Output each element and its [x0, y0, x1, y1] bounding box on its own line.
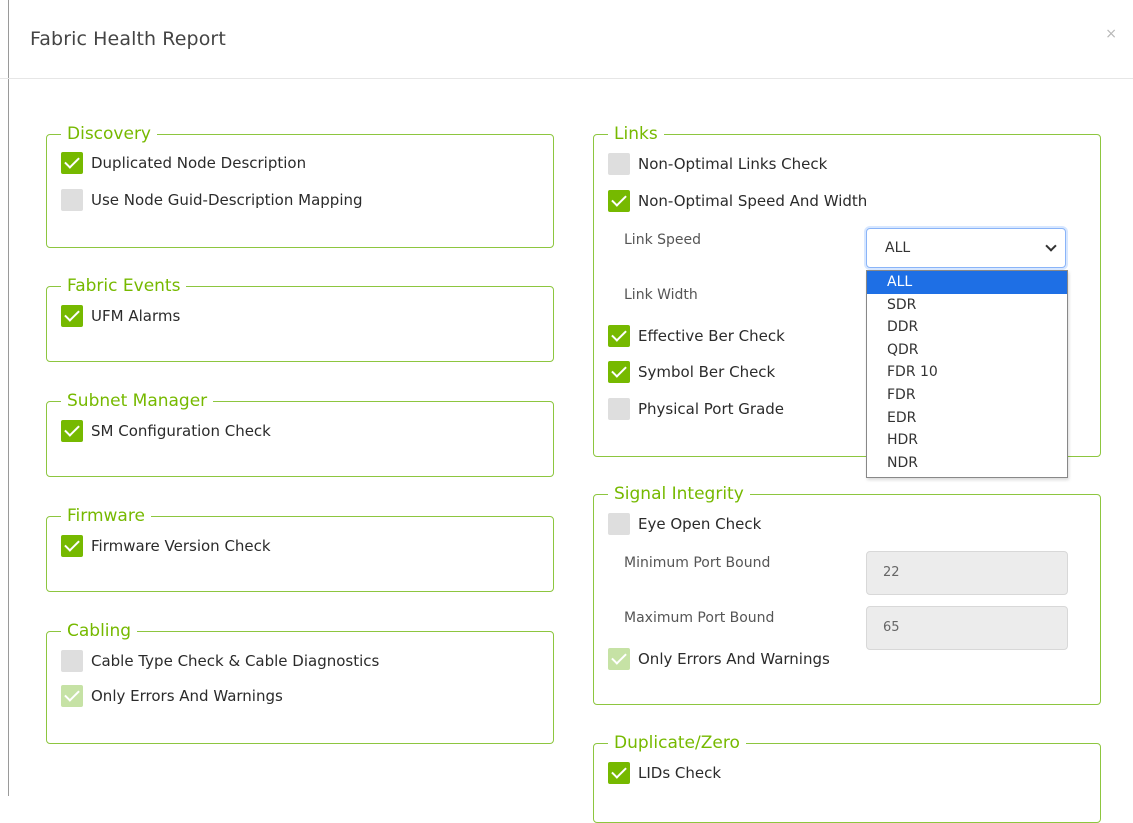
- checkbox-label: Non-Optimal Links Check: [638, 155, 828, 173]
- discovery-legend: Discovery: [61, 123, 157, 145]
- lids-check-checkbox[interactable]: LIDs Check: [608, 761, 721, 785]
- subnet-manager-legend: Subnet Manager: [61, 390, 214, 412]
- dialog-header: Fabric Health Report ×: [0, 0, 1133, 79]
- checkbox-label: Use Node Guid-Description Mapping: [91, 191, 363, 209]
- cabling-section: Cabling Cable Type Check & Cable Diagnos…: [46, 620, 554, 744]
- fabric-events-section: Fabric Events UFM Alarms: [46, 275, 554, 362]
- link-speed-dropdown: ALL SDR DDR QDR FDR 10 FDR EDR HDR NDR: [866, 270, 1068, 478]
- checkbox-unchecked-icon[interactable]: [61, 189, 83, 211]
- close-icon[interactable]: ×: [1105, 26, 1117, 42]
- checkbox-checked-icon[interactable]: [61, 420, 83, 442]
- checkbox-unchecked-icon[interactable]: [61, 650, 83, 672]
- checkbox-label: Eye Open Check: [638, 515, 762, 533]
- checkbox-label: Effective Ber Check: [638, 327, 785, 345]
- links-legend: Links: [608, 123, 664, 145]
- checkbox-label: Physical Port Grade: [638, 400, 785, 418]
- checkbox-label: Only Errors And Warnings: [638, 650, 830, 668]
- subnet-manager-section: Subnet Manager SM Configuration Check: [46, 390, 554, 477]
- speed-option[interactable]: FDR: [867, 384, 1067, 407]
- link-speed-label: Link Speed: [624, 232, 702, 248]
- min-port-bound-input[interactable]: 22: [866, 551, 1068, 595]
- firmware-version-checkbox[interactable]: Firmware Version Check: [61, 534, 271, 558]
- speed-option[interactable]: NDR: [867, 452, 1067, 475]
- link-width-label: Link Width: [624, 287, 698, 303]
- signal-integrity-section: Signal Integrity Eye Open Check Only Err…: [593, 483, 1101, 705]
- checkbox-checked-icon[interactable]: [608, 325, 630, 347]
- chevron-down-icon: [1045, 240, 1057, 252]
- signal-integrity-legend: Signal Integrity: [608, 483, 750, 505]
- checkbox-label: LIDs Check: [638, 764, 722, 782]
- max-port-bound-value: 65: [883, 620, 900, 635]
- checkbox-label: Only Errors And Warnings: [91, 687, 283, 705]
- eye-open-checkbox[interactable]: Eye Open Check: [608, 512, 761, 536]
- firmware-legend: Firmware: [61, 505, 151, 527]
- ufm-alarms-checkbox[interactable]: UFM Alarms: [61, 304, 180, 328]
- speed-option[interactable]: QDR: [867, 339, 1067, 362]
- discovery-section: Discovery Duplicated Node Description Us…: [46, 123, 554, 248]
- duplicate-zero-legend: Duplicate/Zero: [608, 732, 746, 754]
- checkbox-unchecked-icon[interactable]: [608, 513, 630, 535]
- symbol-ber-checkbox[interactable]: Symbol Ber Check: [608, 360, 775, 384]
- firmware-section: Firmware Firmware Version Check: [46, 505, 554, 592]
- min-port-bound-label: Minimum Port Bound: [624, 555, 771, 571]
- cabling-only-errors-checkbox[interactable]: Only Errors And Warnings: [61, 684, 283, 708]
- speed-option[interactable]: SDR: [867, 294, 1067, 317]
- speed-option[interactable]: EDR: [867, 407, 1067, 430]
- dialog-title: Fabric Health Report: [30, 28, 226, 50]
- duplicate-zero-section: Duplicate/Zero LIDs Check: [593, 732, 1101, 823]
- checkbox-checked-icon[interactable]: [61, 305, 83, 327]
- cabling-legend: Cabling: [61, 620, 138, 642]
- speed-option[interactable]: DDR: [867, 316, 1067, 339]
- link-speed-value: ALL: [885, 240, 911, 256]
- checkbox-label: UFM Alarms: [91, 307, 181, 325]
- checkbox-label: Cable Type Check & Cable Diagnostics: [91, 652, 380, 670]
- speed-option[interactable]: FDR 10: [867, 361, 1067, 384]
- speed-option[interactable]: HDR: [867, 429, 1067, 452]
- link-speed-select[interactable]: ALL: [866, 228, 1066, 268]
- checkbox-label: Duplicated Node Description: [91, 154, 307, 172]
- physical-port-grade-checkbox[interactable]: Physical Port Grade: [608, 397, 784, 421]
- checkbox-label: Non-Optimal Speed And Width: [638, 192, 868, 210]
- checkbox-checked-icon[interactable]: [61, 535, 83, 557]
- min-port-bound-value: 22: [883, 565, 900, 580]
- sm-configuration-checkbox[interactable]: SM Configuration Check: [61, 419, 271, 443]
- non-optimal-links-checkbox[interactable]: Non-Optimal Links Check: [608, 152, 827, 176]
- fabric-events-legend: Fabric Events: [61, 275, 187, 297]
- window-edge: [8, 0, 9, 796]
- checkbox-label: Firmware Version Check: [91, 537, 271, 555]
- signal-only-errors-checkbox[interactable]: Only Errors And Warnings: [608, 647, 830, 671]
- speed-width-checkbox[interactable]: Non-Optimal Speed And Width: [608, 189, 867, 213]
- node-guid-mapping-checkbox[interactable]: Use Node Guid-Description Mapping: [61, 188, 363, 212]
- cable-type-checkbox[interactable]: Cable Type Check & Cable Diagnostics: [61, 649, 379, 673]
- max-port-bound-label: Maximum Port Bound: [624, 610, 775, 626]
- checkbox-checked-icon[interactable]: [608, 361, 630, 383]
- effective-ber-checkbox[interactable]: Effective Ber Check: [608, 324, 785, 348]
- checkbox-checked-icon[interactable]: [608, 762, 630, 784]
- checkbox-unchecked-icon[interactable]: [608, 398, 630, 420]
- max-port-bound-input[interactable]: 65: [866, 606, 1068, 650]
- checkbox-label: SM Configuration Check: [91, 422, 271, 440]
- duplicated-node-description-checkbox[interactable]: Duplicated Node Description: [61, 151, 306, 175]
- checkbox-disabled-checked-icon[interactable]: [608, 648, 630, 670]
- checkbox-checked-icon[interactable]: [608, 190, 630, 212]
- speed-option[interactable]: ALL: [867, 271, 1067, 294]
- checkbox-checked-icon[interactable]: [61, 152, 83, 174]
- checkbox-disabled-checked-icon[interactable]: [61, 685, 83, 707]
- checkbox-label: Symbol Ber Check: [638, 363, 776, 381]
- checkbox-unchecked-icon[interactable]: [608, 153, 630, 175]
